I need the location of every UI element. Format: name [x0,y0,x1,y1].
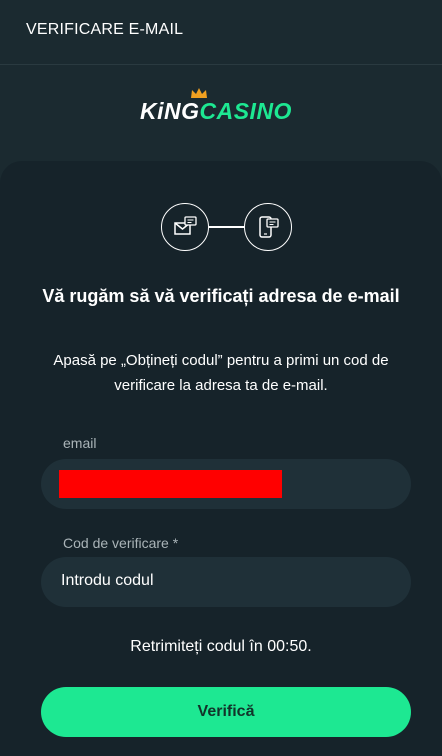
verify-title: Vă rugăm să vă verificați adresa de e-ma… [42,286,400,306]
verification-code-value: Introdu codul [61,572,154,589]
step-connector [209,226,244,228]
code-label: Cod de verificare * [63,535,179,551]
page-title: VERIFICARE E-MAIL [26,21,184,38]
email-redaction [59,470,282,498]
verify-subtitle: Apasă pe „Obțineți codul” pentru a primi… [53,352,389,394]
logo-area: KiNGCASINO [0,66,442,161]
crown-icon [191,88,207,98]
header: VERIFICARE E-MAIL [0,0,442,65]
resend-timer: Retrimiteți codul în 00:50. [130,638,312,655]
screen: VERIFICARE E-MAIL KiNGCASINO Vă rugăm să… [0,0,442,756]
step-phone [244,203,292,251]
mail-icon [174,216,197,235]
phone-chat-icon [259,216,279,238]
email-field[interactable] [41,459,411,509]
email-label: email [63,435,97,451]
verification-code-input[interactable]: Introdu codul [41,557,411,607]
king-casino-logo: KiNGCASINO [140,88,292,124]
logo-text-casino: CASINO [199,98,292,124]
logo-text-king: KiNG [140,98,200,124]
verify-button[interactable]: Verifică [41,687,411,737]
step-email [161,203,209,251]
